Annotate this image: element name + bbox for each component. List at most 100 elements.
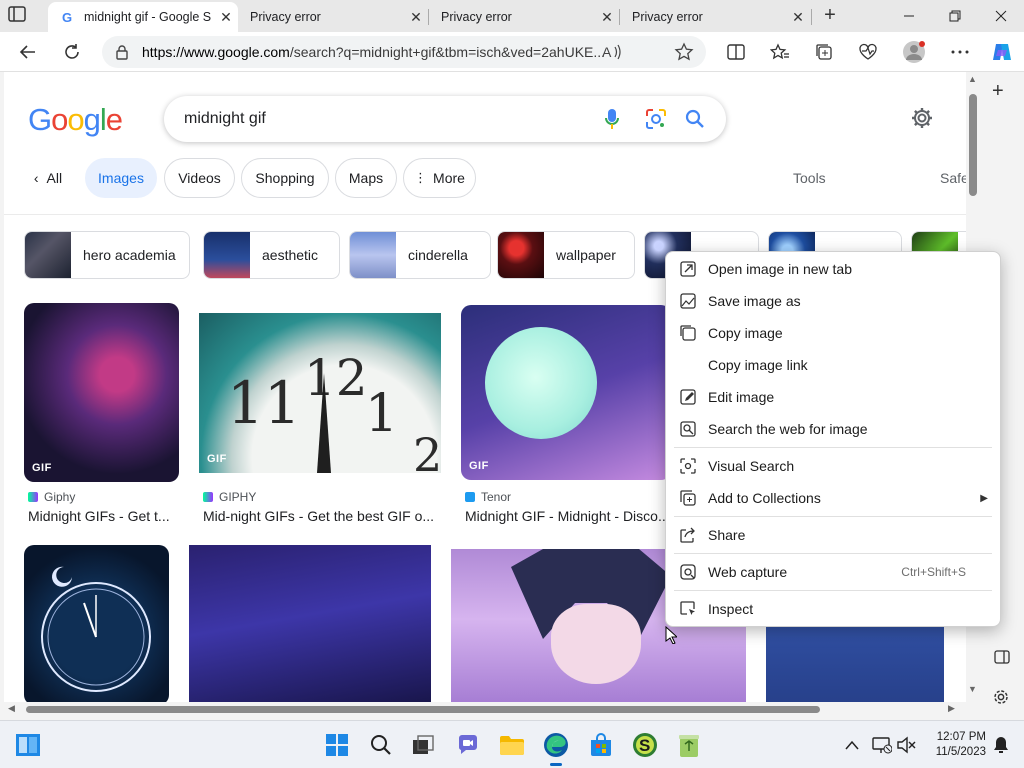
- notification-icon[interactable]: [987, 731, 1015, 759]
- result-source[interactable]: Giphy: [28, 490, 75, 504]
- filter-shopping-chip[interactable]: Shopping: [241, 158, 329, 198]
- scroll-down-arrow-icon[interactable]: ▼: [968, 684, 977, 694]
- profile-avatar[interactable]: [900, 38, 928, 66]
- close-tab-icon[interactable]: ✕: [404, 9, 428, 26]
- tab-privacy-error-2[interactable]: Privacy error ✕: [429, 2, 619, 32]
- split-screen-icon[interactable]: [722, 38, 750, 66]
- menu-save-image-as[interactable]: Save image as: [666, 287, 1000, 315]
- lock-icon[interactable]: [102, 44, 142, 60]
- close-tab-icon[interactable]: ✕: [595, 9, 619, 26]
- related-search-chip[interactable]: aesthetic: [203, 231, 340, 279]
- task-view-icon[interactable]: [409, 731, 437, 759]
- image-result[interactable]: 11 12 1 2 GIF: [199, 313, 441, 473]
- image-result[interactable]: [24, 545, 169, 702]
- minimize-icon[interactable]: [886, 0, 932, 32]
- menu-add-to-collections[interactable]: Add to Collections ▶: [666, 484, 1000, 512]
- filter-all-button[interactable]: ‹ All: [20, 158, 76, 198]
- start-button-icon[interactable]: [323, 731, 351, 759]
- recycle-bin-icon[interactable]: [675, 731, 703, 759]
- image-result[interactable]: GIF: [461, 305, 671, 480]
- related-thumbnail: [25, 232, 71, 278]
- menu-open-image-new-tab[interactable]: Open image in new tab: [666, 255, 1000, 283]
- menu-edit-image[interactable]: Edit image: [666, 383, 1000, 411]
- settings-gear-icon[interactable]: [910, 106, 934, 130]
- filter-images-chip[interactable]: Images: [85, 158, 157, 198]
- tab-privacy-error-3[interactable]: Privacy error ✕: [620, 2, 810, 32]
- chip-label: Maps: [348, 170, 384, 186]
- new-tab-icon[interactable]: +: [818, 4, 842, 28]
- menu-share[interactable]: Share: [666, 521, 1000, 549]
- widgets-icon[interactable]: [14, 731, 42, 759]
- tab-privacy-error-1[interactable]: Privacy error ✕: [238, 2, 428, 32]
- lens-camera-icon[interactable]: [644, 107, 668, 131]
- search-query[interactable]: midnight gif: [184, 110, 266, 128]
- read-aloud-icon[interactable]: A: [602, 43, 622, 66]
- system-clock[interactable]: 12:07 PM 11/5/2023: [920, 730, 986, 760]
- related-search-chip[interactable]: cinderella: [349, 231, 491, 279]
- volume-muted-icon[interactable]: [892, 731, 920, 759]
- close-tab-icon[interactable]: ✕: [786, 9, 810, 26]
- scroll-up-arrow-icon[interactable]: ▲: [968, 74, 977, 84]
- related-search-chip[interactable]: hero academia: [24, 231, 190, 279]
- favorite-star-icon[interactable]: [674, 42, 694, 67]
- search-box[interactable]: midnight gif: [164, 96, 726, 142]
- chevron-up-icon[interactable]: [838, 731, 866, 759]
- filter-maps-chip[interactable]: Maps: [335, 158, 397, 198]
- horizontal-scroll-thumb[interactable]: [26, 706, 820, 713]
- browser-essentials-icon[interactable]: [854, 38, 882, 66]
- hide-sidebar-icon[interactable]: [994, 650, 1010, 669]
- safesearch-button[interactable]: Safe: [940, 170, 966, 186]
- add-sidebar-icon[interactable]: +: [992, 80, 1004, 103]
- url-path: /search?q=midnight+gif&tbm=isch&ved=2ahU…: [289, 44, 606, 60]
- app-s-icon[interactable]: S: [631, 731, 659, 759]
- menu-visual-search[interactable]: Visual Search: [666, 452, 1000, 480]
- back-arrow-icon[interactable]: [14, 38, 42, 66]
- copilot-icon[interactable]: [988, 38, 1016, 66]
- scroll-left-arrow-icon[interactable]: ◀: [8, 703, 15, 714]
- tab-actions-icon[interactable]: [8, 6, 32, 26]
- search-icon[interactable]: [683, 107, 707, 131]
- restore-icon[interactable]: [932, 0, 978, 32]
- favorites-icon[interactable]: [766, 38, 794, 66]
- sidebar-settings-icon[interactable]: [992, 688, 1010, 711]
- google-logo[interactable]: Google: [28, 102, 123, 138]
- result-caption[interactable]: Mid-night GIFs - Get the best GIF o...: [203, 508, 439, 524]
- svg-text:S: S: [639, 736, 650, 755]
- filter-more-chip[interactable]: ⋮ More: [403, 158, 476, 198]
- edge-browser-icon[interactable]: [542, 731, 570, 766]
- image-result[interactable]: GIF: [24, 303, 179, 482]
- vertical-scroll-thumb[interactable]: [969, 94, 977, 196]
- related-search-chip[interactable]: wallpaper: [497, 231, 635, 279]
- menu-inspect[interactable]: Inspect: [666, 595, 1000, 623]
- menu-web-capture[interactable]: Web capture Ctrl+Shift+S: [666, 558, 1000, 586]
- tab-google-search[interactable]: G midnight gif - Google S ✕: [48, 2, 238, 32]
- menu-copy-image[interactable]: Copy image: [666, 319, 1000, 347]
- result-source[interactable]: Tenor: [465, 490, 511, 504]
- refresh-icon[interactable]: [58, 38, 86, 66]
- result-caption[interactable]: Midnight GIFs - Get t...: [28, 508, 180, 524]
- more-options-icon[interactable]: [946, 38, 974, 66]
- horizontal-scrollbar[interactable]: ◀ ▶: [0, 702, 966, 716]
- filter-videos-chip[interactable]: Videos: [164, 158, 235, 198]
- menu-separator: [674, 590, 992, 591]
- close-window-icon[interactable]: [978, 0, 1024, 32]
- result-caption[interactable]: Midnight GIF - Midnight - Disco...: [465, 508, 670, 524]
- microphone-icon[interactable]: [600, 107, 624, 131]
- menu-copy-image-link[interactable]: Copy image link: [666, 351, 1000, 379]
- close-tab-icon[interactable]: ✕: [214, 9, 238, 26]
- image-result[interactable]: [189, 545, 431, 702]
- address-bar[interactable]: https://www.google.com/search?q=midnight…: [102, 36, 706, 68]
- chat-icon[interactable]: [454, 731, 482, 759]
- source-name: Tenor: [481, 490, 512, 504]
- menu-shortcut: Ctrl+Shift+S: [901, 565, 966, 579]
- collections-icon[interactable]: [810, 38, 838, 66]
- menu-search-web-for-image[interactable]: Search the web for image: [666, 415, 1000, 443]
- file-explorer-icon[interactable]: [498, 731, 526, 759]
- result-source[interactable]: GIPHY: [203, 490, 256, 504]
- source-name: Giphy: [44, 490, 76, 504]
- scroll-right-arrow-icon[interactable]: ▶: [948, 703, 955, 714]
- microsoft-store-icon[interactable]: [587, 731, 615, 759]
- svg-text:G: G: [62, 10, 72, 24]
- tools-button[interactable]: Tools: [793, 170, 826, 186]
- search-icon[interactable]: [367, 731, 395, 759]
